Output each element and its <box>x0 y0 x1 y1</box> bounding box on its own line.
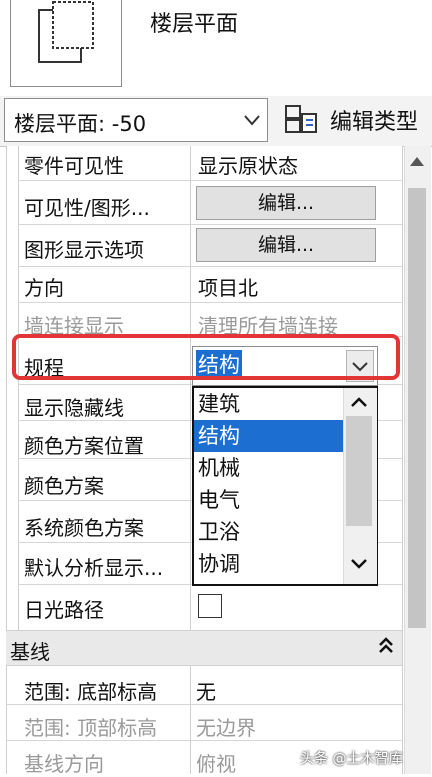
prop-label-graphic-display-options: 图形显示选项 <box>24 238 144 262</box>
underlay-section-header[interactable] <box>6 630 402 666</box>
grid-left-border <box>6 146 7 774</box>
properties-scrollbar-thumb[interactable] <box>408 188 426 628</box>
prop-label-visibility-graphics: 可见性/图形... <box>24 196 150 220</box>
discipline-highlight-outline <box>12 334 400 380</box>
prop-label-color-scheme-location: 颜色方案位置 <box>24 434 144 458</box>
underlay-section-title: 基线 <box>10 640 50 664</box>
scroll-up-icon[interactable] <box>408 154 426 170</box>
grid-right-border <box>402 146 403 774</box>
dropdown-scrollbar-thumb[interactable] <box>346 416 372 526</box>
chevron-up-icon[interactable] <box>348 394 370 410</box>
graphic-display-edit-button[interactable]: 编辑... <box>196 228 376 262</box>
prop-label-range-top-level: 范围: 顶部标高 <box>24 716 158 740</box>
row-divider <box>18 180 402 181</box>
prop-label-show-hidden-lines: 显示隐藏线 <box>24 396 124 420</box>
prop-label-default-analysis-display: 默认分析显示... <box>24 556 164 580</box>
prop-label-orientation: 方向 <box>24 276 64 300</box>
row-divider <box>18 302 402 303</box>
floor-plan-icon <box>38 1 94 63</box>
prop-label-parts-visibility: 零件可见性 <box>24 154 124 178</box>
visibility-graphics-edit-button[interactable]: 编辑... <box>196 186 376 220</box>
prop-label-system-color-schemes: 系统颜色方案 <box>24 516 144 540</box>
prop-label-color-scheme: 颜色方案 <box>24 474 104 498</box>
chevron-down-icon[interactable] <box>242 110 262 130</box>
grid-indent-line <box>18 146 19 630</box>
prop-value-underlay-orientation: 俯视 <box>196 752 236 776</box>
row-divider <box>18 224 402 225</box>
type-selector-value: 楼层平面: -50 <box>14 112 147 136</box>
prop-value-parts-visibility[interactable]: 显示原状态 <box>198 150 298 179</box>
grid-column-divider <box>190 146 191 774</box>
view-type-title: 楼层平面 <box>150 12 239 37</box>
edit-type-label: 编辑类型 <box>330 110 419 135</box>
prop-value-orientation[interactable]: 项目北 <box>198 272 258 301</box>
prop-value-range-base-level[interactable]: 无 <box>196 676 216 705</box>
view-thumbnail <box>10 0 122 87</box>
sun-path-checkbox[interactable] <box>198 594 222 618</box>
edit-type-icon <box>285 105 317 133</box>
collapse-icon[interactable] <box>376 636 396 656</box>
prop-label-underlay-orientation: 基线方向 <box>24 752 104 776</box>
prop-label-range-base-level: 范围: 底部标高 <box>24 680 158 704</box>
row-divider <box>18 266 402 267</box>
prop-value-range-top-level: 无边界 <box>196 716 256 740</box>
prop-label-sun-path: 日光路径 <box>24 598 104 622</box>
watermark-text: 头条 @土木智库 <box>300 751 403 767</box>
chevron-down-icon[interactable] <box>348 556 370 572</box>
